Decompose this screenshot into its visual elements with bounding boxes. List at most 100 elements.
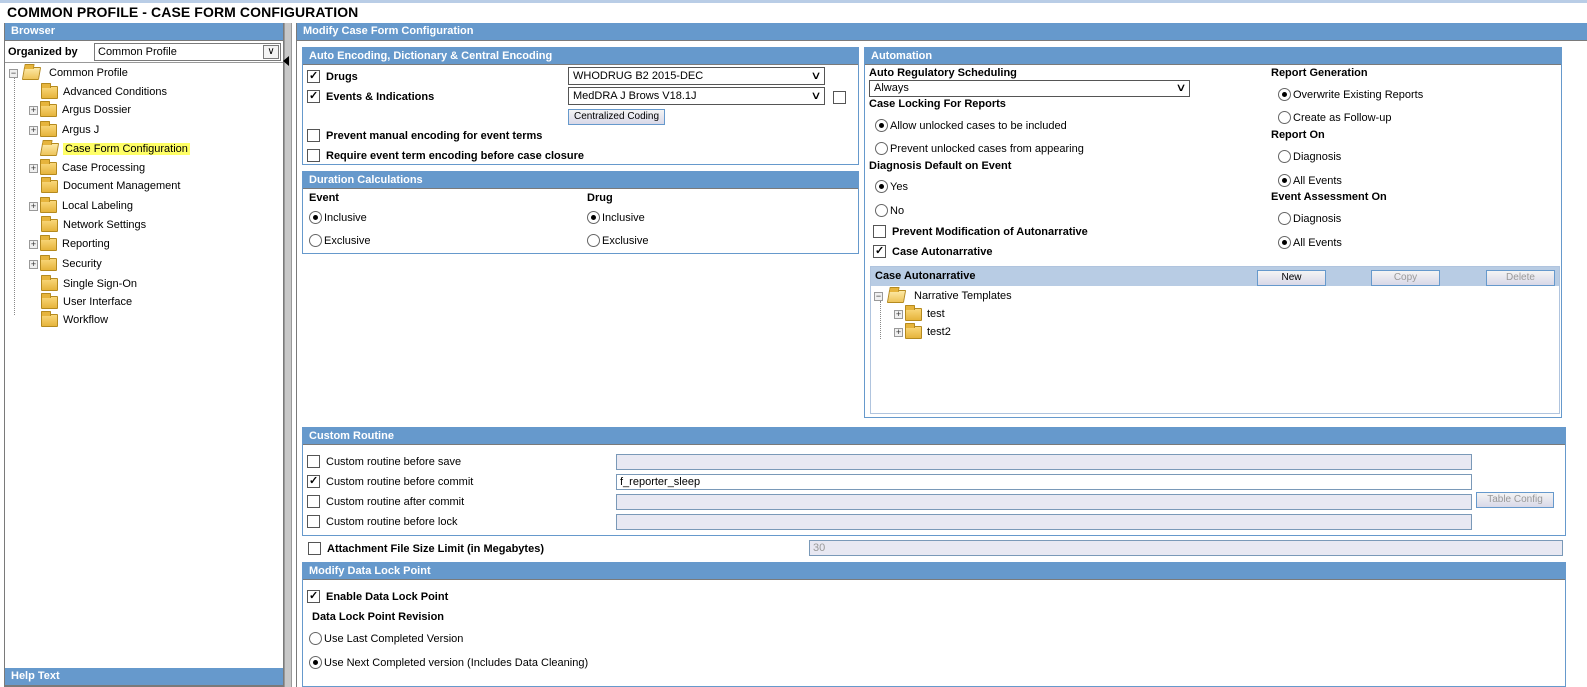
expand-icon[interactable]: + — [29, 239, 38, 249]
use-last-radio[interactable] — [309, 632, 322, 645]
expand-icon[interactable]: + — [29, 105, 38, 115]
drug-inclusive-row[interactable]: Inclusive — [587, 211, 645, 224]
delete-button[interactable]: Delete — [1486, 270, 1555, 286]
browser-pane: Browser Organized by Common Profile ∨ − … — [4, 23, 284, 687]
case-autonarrative-checkbox[interactable] — [873, 244, 886, 258]
drugs-checkbox[interactable] — [307, 69, 320, 83]
tree-item[interactable]: + Security — [29, 254, 102, 272]
expand-icon[interactable]: + — [29, 201, 38, 211]
events-checkbox[interactable] — [307, 89, 320, 103]
diag-yes-row[interactable]: Yes — [875, 180, 908, 193]
event-assessment-diagnosis-radio[interactable] — [1278, 212, 1291, 225]
events-dictionary-select[interactable]: MedDRA J Brows V18.1J ∨ — [568, 87, 825, 105]
tree-item-label: Document Management — [63, 180, 181, 192]
allow-unlocked-radio[interactable] — [875, 119, 888, 132]
expand-icon[interactable]: + — [894, 309, 903, 319]
collapse-icon[interactable]: − — [874, 291, 883, 301]
collapse-icon[interactable]: − — [9, 68, 18, 78]
event-exclusive-row[interactable]: Exclusive — [309, 234, 370, 247]
tree-item[interactable]: + Reporting — [29, 234, 110, 252]
custom-routine-input[interactable] — [616, 494, 1472, 510]
page-title: COMMON PROFILE - CASE FORM CONFIGURATION — [7, 4, 359, 20]
expand-icon[interactable]: + — [29, 125, 38, 135]
custom-routine-row: Custom routine after commit — [307, 495, 464, 508]
new-button[interactable]: New — [1257, 270, 1326, 286]
event-inclusive-row[interactable]: Inclusive — [309, 211, 367, 224]
event-assessment-all-radio[interactable] — [1278, 236, 1291, 249]
tree-item[interactable]: User Interface — [41, 292, 132, 310]
require-encoding-checkbox[interactable] — [307, 149, 320, 162]
tree-item[interactable]: + Local Labeling — [29, 196, 133, 214]
custom-routine-input[interactable] — [616, 514, 1472, 530]
follow-up-radio[interactable] — [1278, 111, 1291, 124]
drug-exclusive-radio[interactable] — [587, 234, 600, 247]
custom-routine-checkbox[interactable] — [307, 474, 320, 488]
events-extra-checkbox[interactable] — [833, 91, 846, 104]
organized-by-select[interactable]: Common Profile ∨ — [94, 42, 281, 61]
template-node[interactable]: + test2 — [894, 322, 951, 340]
ea-all-row[interactable]: All Events — [1278, 236, 1342, 249]
duration-header: Duration Calculations — [303, 172, 858, 189]
expand-icon[interactable]: + — [29, 259, 38, 269]
overwrite-radio[interactable] — [1278, 88, 1291, 101]
tree-item[interactable]: + Argus J — [29, 120, 99, 138]
automation-panel: Automation Auto Regulatory Scheduling Al… — [864, 47, 1562, 418]
template-node[interactable]: + test — [894, 304, 945, 322]
report-on-diagnosis-radio[interactable] — [1278, 150, 1291, 163]
narrative-templates-node[interactable]: − Narrative Templates — [874, 288, 1012, 304]
tree-item[interactable]: + Argus Dossier — [29, 100, 131, 118]
custom-routine-checkbox[interactable] — [307, 455, 320, 468]
use-next-radio[interactable] — [309, 656, 322, 669]
tree-item[interactable]: Single Sign-On — [41, 274, 137, 292]
tree-item-label: Reporting — [62, 238, 110, 250]
tree-item[interactable]: + Case Processing — [29, 158, 145, 176]
event-inclusive-radio[interactable] — [309, 211, 322, 224]
event-exclusive-radio[interactable] — [309, 234, 322, 247]
folder-icon — [41, 292, 58, 309]
custom-routine-input[interactable]: f_reporter_sleep — [616, 474, 1472, 490]
enable-data-lock-checkbox[interactable] — [307, 589, 320, 603]
copy-button[interactable]: Copy — [1371, 270, 1440, 286]
drug-exclusive-row[interactable]: Exclusive — [587, 234, 648, 247]
report-on-all-row[interactable]: All Events — [1278, 174, 1342, 187]
tree-item[interactable]: Workflow — [41, 310, 108, 328]
table-config-button[interactable]: Table Config — [1476, 492, 1554, 508]
tree-item[interactable]: Advanced Conditions — [41, 82, 167, 100]
custom-routine-checkbox[interactable] — [307, 515, 320, 528]
use-next-row[interactable]: Use Next Completed version (Includes Dat… — [309, 656, 588, 669]
attachment-size-input[interactable]: 30 — [809, 540, 1563, 556]
expand-icon[interactable]: + — [894, 327, 903, 337]
tree-item[interactable]: Document Management — [41, 176, 181, 194]
expand-icon[interactable]: + — [29, 163, 38, 173]
tree-root[interactable]: − Common Profile — [9, 65, 128, 81]
report-on-all-radio[interactable] — [1278, 174, 1291, 187]
follow-up-row[interactable]: Create as Follow-up — [1278, 111, 1391, 124]
report-on-diagnosis-row[interactable]: Diagnosis — [1278, 150, 1341, 163]
folder-icon — [40, 100, 57, 117]
attachment-label: Attachment File Size Limit (in Megabytes… — [327, 542, 544, 555]
auto-reg-select[interactable]: Always ∨ — [869, 80, 1190, 97]
use-last-row[interactable]: Use Last Completed Version — [309, 632, 463, 645]
prevent-unlocked-radio[interactable] — [875, 142, 888, 155]
prevent-unlocked-row[interactable]: Prevent unlocked cases from appearing — [875, 142, 1084, 155]
diagnosis-yes-radio[interactable] — [875, 180, 888, 193]
custom-routine-checkbox[interactable] — [307, 495, 320, 508]
centralized-coding-button[interactable]: Centralized Coding — [568, 109, 665, 125]
drugs-dictionary-select[interactable]: WHODRUG B2 2015-DEC ∨ — [568, 67, 825, 85]
prevent-modification-checkbox[interactable] — [873, 225, 886, 238]
diag-no-row[interactable]: No — [875, 204, 904, 217]
chevron-down-icon: ∨ — [810, 90, 822, 102]
collapse-arrow-icon[interactable] — [283, 56, 289, 66]
ea-diagnosis-row[interactable]: Diagnosis — [1278, 212, 1341, 225]
allow-unlocked-row[interactable]: Allow unlocked cases to be included — [875, 119, 1067, 132]
diagnosis-no-radio[interactable] — [875, 204, 888, 217]
pane-splitter[interactable] — [283, 23, 292, 687]
prevent-manual-checkbox[interactable] — [307, 129, 320, 142]
tree-item[interactable]: Network Settings — [41, 215, 146, 233]
drug-inclusive-radio[interactable] — [587, 211, 600, 224]
overwrite-row[interactable]: Overwrite Existing Reports — [1278, 88, 1423, 101]
tree-item[interactable]: Case Form Configuration — [39, 141, 190, 157]
follow-up-label: Create as Follow-up — [1293, 111, 1392, 124]
custom-routine-input[interactable] — [616, 454, 1472, 470]
attachment-checkbox[interactable] — [308, 542, 321, 555]
